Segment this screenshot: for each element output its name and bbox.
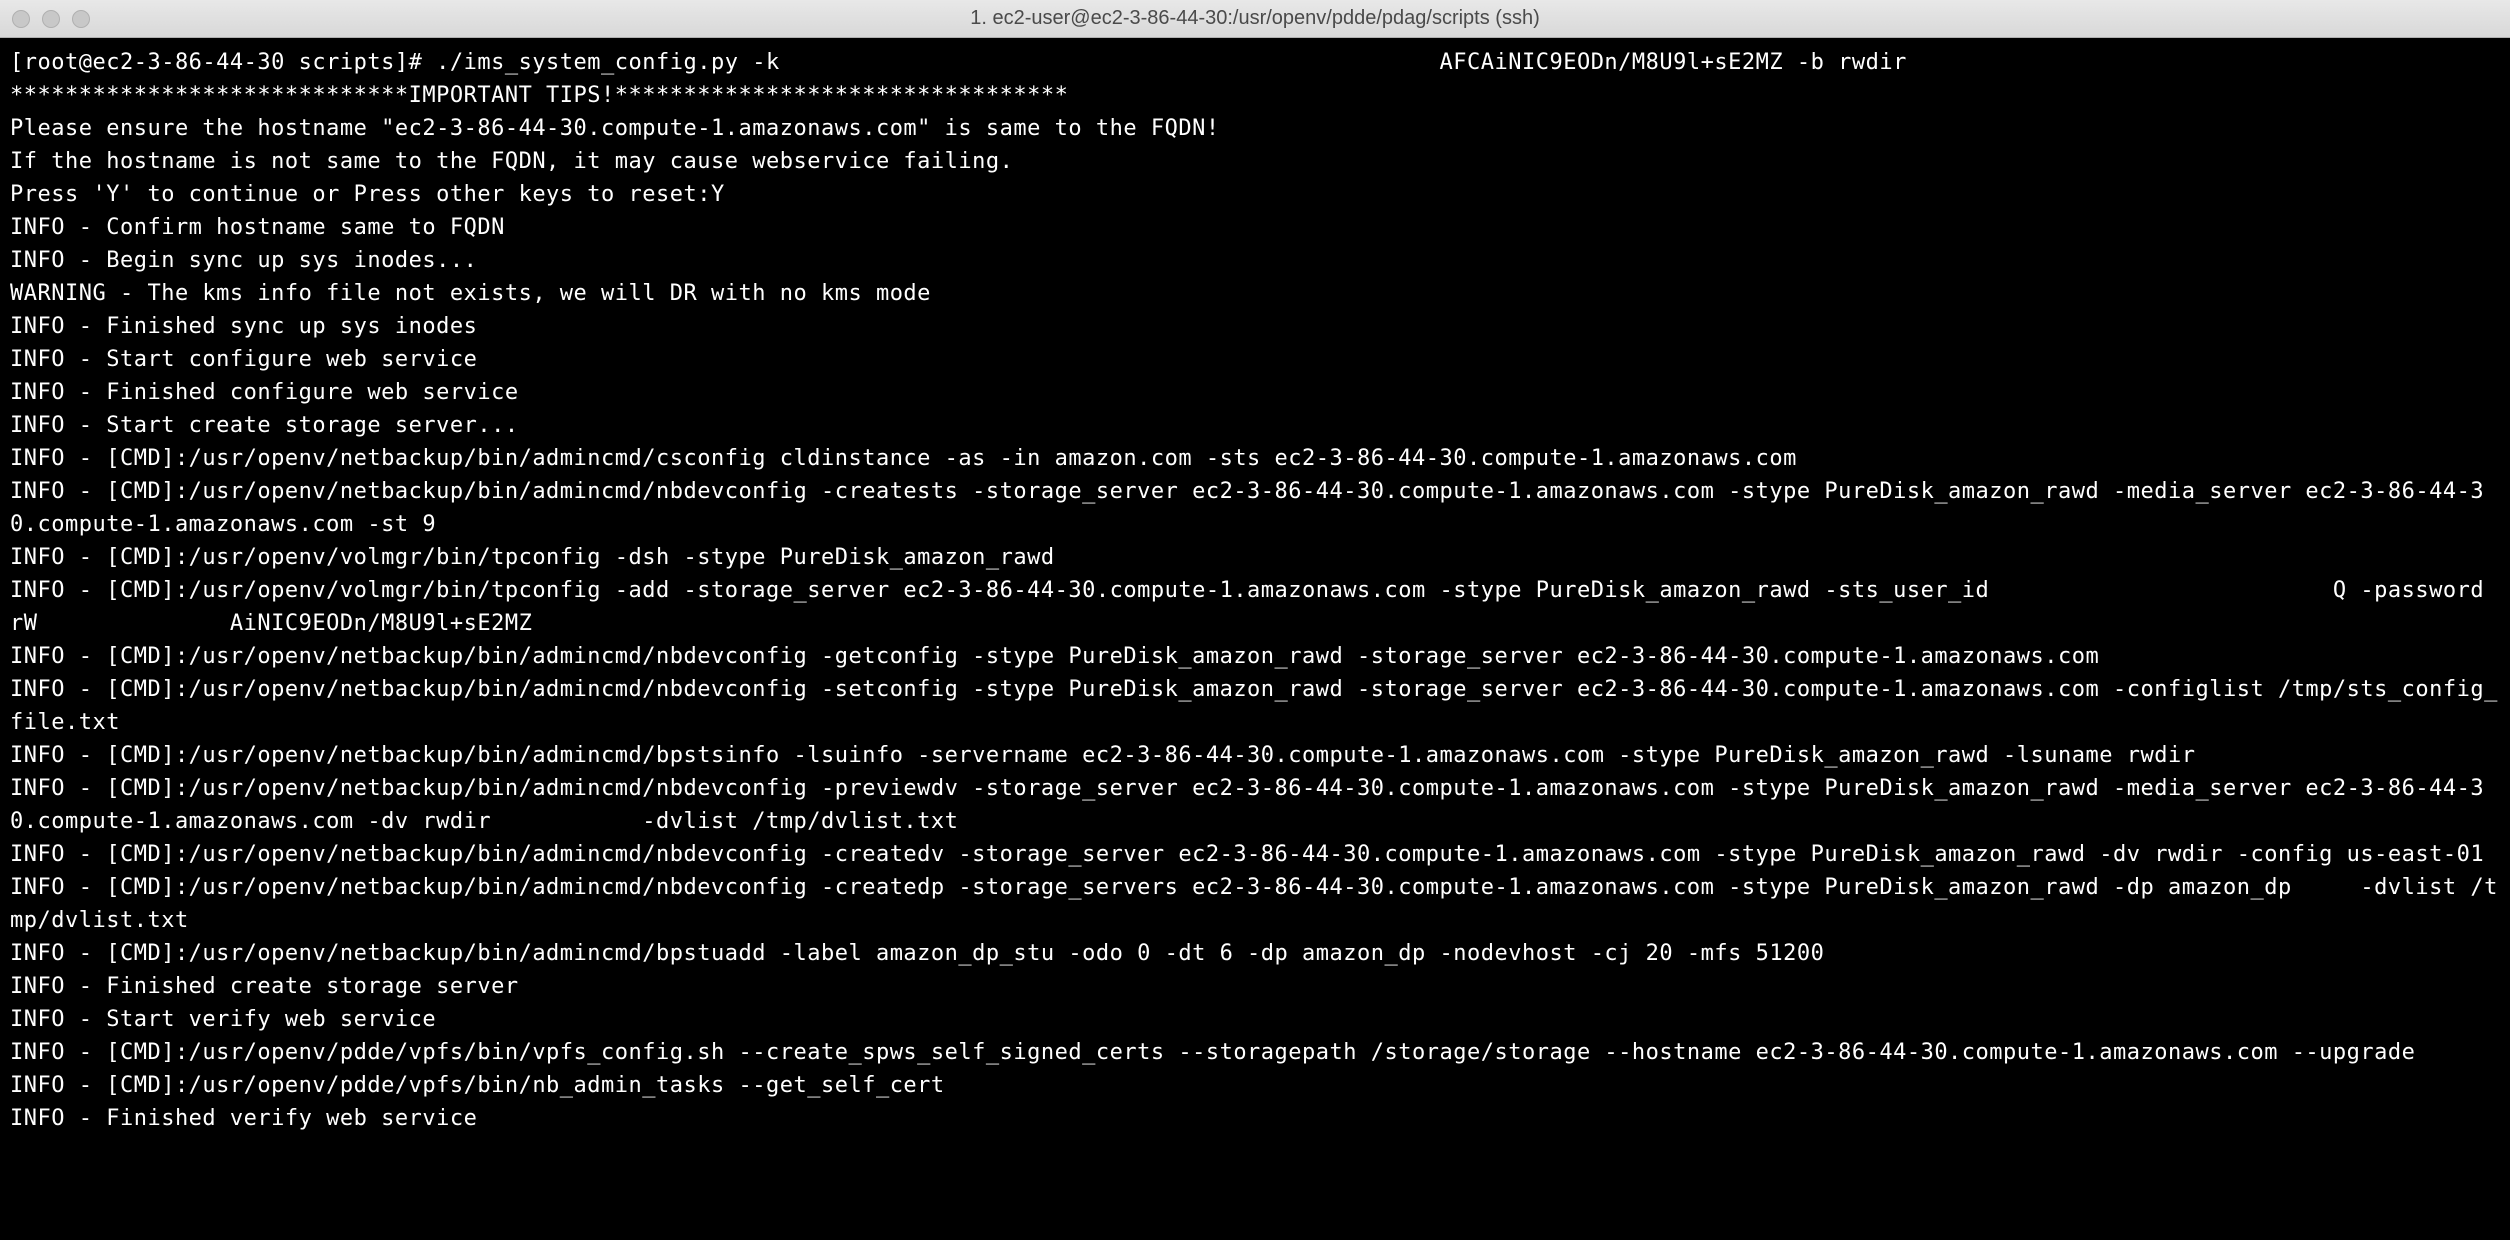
terminal-line: If the hostname is not same to the FQDN,… [10, 145, 2500, 178]
terminal-line: INFO - Start configure web service [10, 343, 2500, 376]
terminal-line: Please ensure the hostname "ec2-3-86-44-… [10, 112, 2500, 145]
terminal-window: 1. ec2-user@ec2-3-86-44-30:/usr/openv/pd… [0, 0, 2510, 1240]
terminal-line: INFO - [CMD]:/usr/openv/volmgr/bin/tpcon… [10, 574, 2500, 640]
terminal-line: INFO - [CMD]:/usr/openv/netbackup/bin/ad… [10, 838, 2500, 871]
terminal-line: WARNING - The kms info file not exists, … [10, 277, 2500, 310]
terminal-output[interactable]: [root@ec2-3-86-44-30 scripts]# ./ims_sys… [0, 38, 2510, 1240]
terminal-line: INFO - [CMD]:/usr/openv/netbackup/bin/ad… [10, 871, 2500, 937]
terminal-line: INFO - [CMD]:/usr/openv/netbackup/bin/ad… [10, 475, 2500, 541]
terminal-line: INFO - [CMD]:/usr/openv/pdde/vpfs/bin/nb… [10, 1069, 2500, 1102]
terminal-line: INFO - [CMD]:/usr/openv/netbackup/bin/ad… [10, 772, 2500, 838]
terminal-line: [root@ec2-3-86-44-30 scripts]# ./ims_sys… [10, 46, 2500, 79]
terminal-line: INFO - Begin sync up sys inodes... [10, 244, 2500, 277]
terminal-line: INFO - [CMD]:/usr/openv/netbackup/bin/ad… [10, 673, 2500, 739]
terminal-line: INFO - [CMD]:/usr/openv/volmgr/bin/tpcon… [10, 541, 2500, 574]
close-button[interactable] [12, 10, 30, 28]
terminal-line: *****************************IMPORTANT T… [10, 79, 2500, 112]
terminal-line: INFO - [CMD]:/usr/openv/netbackup/bin/ad… [10, 442, 2500, 475]
terminal-line: INFO - Start create storage server... [10, 409, 2500, 442]
terminal-line: INFO - [CMD]:/usr/openv/netbackup/bin/ad… [10, 640, 2500, 673]
terminal-line: INFO - Start verify web service [10, 1003, 2500, 1036]
window-titlebar: 1. ec2-user@ec2-3-86-44-30:/usr/openv/pd… [0, 0, 2510, 38]
terminal-line: Press 'Y' to continue or Press other key… [10, 178, 2500, 211]
terminal-line: INFO - [CMD]:/usr/openv/pdde/vpfs/bin/vp… [10, 1036, 2500, 1069]
terminal-line: INFO - Finished configure web service [10, 376, 2500, 409]
terminal-line: INFO - Finished sync up sys inodes [10, 310, 2500, 343]
terminal-line: INFO - [CMD]:/usr/openv/netbackup/bin/ad… [10, 739, 2500, 772]
minimize-button[interactable] [42, 10, 60, 28]
window-title: 1. ec2-user@ec2-3-86-44-30:/usr/openv/pd… [970, 7, 1539, 30]
window-controls [12, 10, 90, 28]
terminal-line: INFO - [CMD]:/usr/openv/netbackup/bin/ad… [10, 937, 2500, 970]
terminal-line: INFO - Finished verify web service [10, 1102, 2500, 1135]
terminal-line: INFO - Confirm hostname same to FQDN [10, 211, 2500, 244]
terminal-line: INFO - Finished create storage server [10, 970, 2500, 1003]
maximize-button[interactable] [72, 10, 90, 28]
